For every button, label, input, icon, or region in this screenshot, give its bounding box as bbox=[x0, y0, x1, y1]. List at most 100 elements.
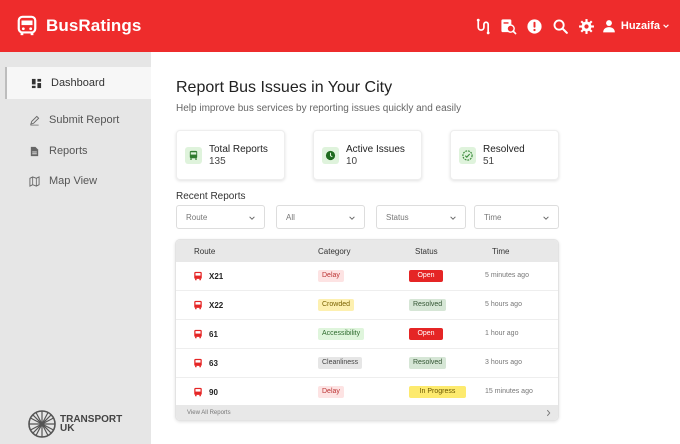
chevron-down-icon bbox=[349, 216, 355, 220]
route-cell: 90 bbox=[193, 387, 218, 397]
app-name: BusRatings bbox=[46, 16, 142, 35]
column-header-route[interactable]: Route bbox=[194, 247, 215, 256]
bus-icon bbox=[194, 300, 202, 310]
transport-uk-text: TRANSPORT UK bbox=[60, 414, 123, 434]
table-row[interactable]: 63 Cleanliness Resolved 3 hours ago bbox=[176, 349, 558, 378]
recent-reports-title: Recent Reports bbox=[176, 191, 246, 202]
route-number: 61 bbox=[209, 329, 218, 339]
status-badge: Resolved bbox=[409, 299, 447, 311]
stat-label: Resolved bbox=[483, 143, 525, 155]
table-row[interactable]: X21 Delay Open 5 minutes ago bbox=[176, 262, 558, 291]
sidebar-item-label: Dashboard bbox=[51, 77, 105, 89]
chevron-down-icon bbox=[663, 24, 669, 28]
header-actions: Huzaifa bbox=[470, 0, 680, 52]
filter-status[interactable]: Status bbox=[376, 205, 466, 229]
bus-icon bbox=[194, 387, 202, 397]
table-row[interactable]: 61 Accessibility Open 1 hour ago bbox=[176, 320, 558, 349]
time-cell: 3 hours ago bbox=[485, 359, 522, 366]
stat-label: Total Reports bbox=[209, 143, 268, 155]
clock-icon bbox=[322, 146, 339, 164]
bus-icon bbox=[194, 271, 202, 281]
sidebar: Dashboard Submit Report Reports Map View bbox=[0, 52, 151, 444]
bus-icon bbox=[194, 358, 202, 368]
map-icon bbox=[29, 175, 40, 187]
route-number: X22 bbox=[209, 300, 224, 310]
route-cell: 61 bbox=[193, 329, 218, 339]
bus-icon bbox=[185, 146, 202, 164]
stat-card-total-reports[interactable]: Total Reports 135 bbox=[176, 130, 285, 180]
stat-value: 135 bbox=[209, 155, 226, 167]
route-icon[interactable] bbox=[470, 0, 496, 52]
stat-card-resolved[interactable]: Resolved 51 bbox=[450, 130, 559, 180]
main-content: Report Bus Issues in Your City Help impr… bbox=[151, 52, 680, 444]
chevron-down-icon bbox=[543, 216, 549, 220]
stat-value: 51 bbox=[483, 155, 495, 167]
time-cell: 1 hour ago bbox=[485, 330, 519, 337]
user-icon bbox=[603, 20, 615, 33]
route-cell: X21 bbox=[193, 271, 223, 281]
route-cell: X22 bbox=[193, 300, 223, 310]
top-bar: BusRatings Huzaifa bbox=[0, 0, 680, 52]
column-header-category[interactable]: Category bbox=[318, 247, 350, 256]
table-footer[interactable]: View All Reports bbox=[176, 405, 558, 420]
time-cell: 5 minutes ago bbox=[485, 272, 529, 279]
status-badge: Open bbox=[409, 328, 443, 340]
document-icon bbox=[30, 146, 39, 156]
sidebar-item-dashboard[interactable]: Dashboard bbox=[5, 67, 151, 99]
filter-label: Time bbox=[484, 212, 502, 222]
time-cell: 5 hours ago bbox=[485, 301, 522, 308]
page-subtitle: Help improve bus services by reporting i… bbox=[176, 103, 462, 114]
sidebar-item-reports[interactable]: Reports bbox=[5, 135, 151, 167]
transport-uk-logo: TRANSPORT UK bbox=[27, 409, 122, 439]
route-number: X21 bbox=[209, 271, 224, 281]
status-badge: Open bbox=[409, 270, 443, 282]
filter-label: All bbox=[286, 212, 295, 222]
chevron-down-icon bbox=[450, 216, 456, 220]
filter-label: Route bbox=[186, 212, 208, 222]
dashboard-icon bbox=[31, 78, 42, 88]
status-badge: In Progress bbox=[409, 386, 466, 398]
sidebar-item-map-view[interactable]: Map View bbox=[5, 165, 151, 197]
category-badge: Crowded bbox=[318, 299, 355, 311]
route-number: 90 bbox=[209, 387, 218, 397]
category-badge: Delay bbox=[318, 386, 344, 398]
sidebar-item-label: Submit Report bbox=[49, 114, 120, 126]
chevron-right-icon[interactable] bbox=[545, 409, 552, 417]
filter-category[interactable]: All bbox=[276, 205, 365, 229]
transport-uk-emblem-icon bbox=[28, 410, 56, 438]
route-cell: 63 bbox=[193, 358, 218, 368]
table-row[interactable]: X22 Crowded Resolved 5 hours ago bbox=[176, 291, 558, 320]
column-header-status[interactable]: Status bbox=[415, 247, 438, 256]
chevron-down-icon bbox=[249, 216, 255, 220]
route-number: 63 bbox=[209, 358, 218, 368]
page-title: Report Bus Issues in Your City bbox=[176, 79, 393, 96]
user-menu[interactable]: Huzaifa bbox=[602, 19, 670, 33]
sidebar-item-label: Map View bbox=[49, 175, 98, 187]
sidebar-item-submit-report[interactable]: Submit Report bbox=[5, 104, 151, 136]
sidebar-item-label: Reports bbox=[49, 145, 88, 157]
filter-route[interactable]: Route bbox=[176, 205, 265, 229]
bus-logo-icon bbox=[17, 15, 37, 36]
filter-label: Status bbox=[386, 212, 409, 222]
alert-icon[interactable] bbox=[522, 0, 548, 52]
category-badge: Cleanliness bbox=[318, 357, 363, 369]
bus-icon bbox=[194, 329, 202, 339]
pencil-icon bbox=[30, 115, 40, 125]
stat-value: 10 bbox=[346, 155, 358, 167]
gear-icon[interactable] bbox=[574, 0, 600, 52]
category-badge: Accessibility bbox=[318, 328, 365, 340]
time-cell: 15 minutes ago bbox=[485, 388, 533, 395]
filter-time[interactable]: Time bbox=[474, 205, 559, 229]
column-header-time[interactable]: Time bbox=[492, 247, 509, 256]
table-row[interactable]: 90 Delay In Progress 15 minutes ago bbox=[176, 378, 558, 407]
search-icon[interactable] bbox=[548, 0, 574, 52]
stat-label: Active Issues bbox=[346, 143, 405, 155]
category-badge: Delay bbox=[318, 270, 344, 282]
user-name: Huzaifa bbox=[620, 20, 660, 32]
view-all-reports-link[interactable]: View All Reports bbox=[187, 410, 231, 416]
reports-table: Route Category Status Time X21 Delay Ope… bbox=[175, 239, 559, 421]
table-header: Route Category Status Time bbox=[176, 240, 558, 262]
stat-card-active-issues[interactable]: Active Issues 10 bbox=[313, 130, 422, 180]
search-reports-icon[interactable] bbox=[496, 0, 522, 52]
brand[interactable]: BusRatings bbox=[16, 15, 141, 37]
